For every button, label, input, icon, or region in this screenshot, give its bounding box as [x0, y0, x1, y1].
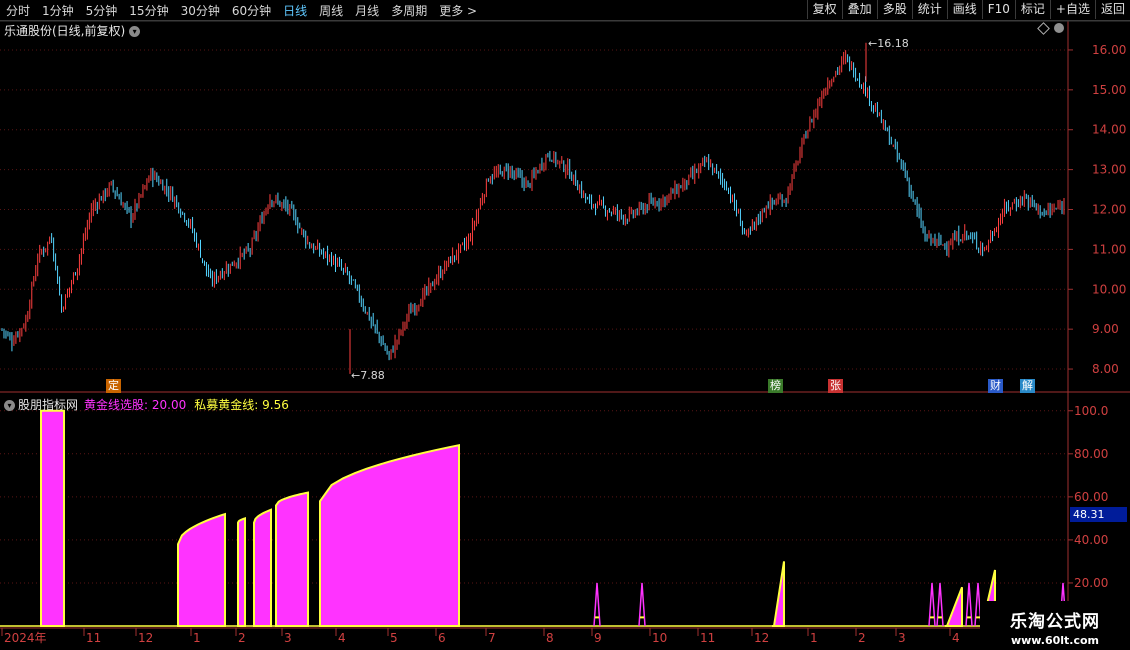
indicator-legend: ▾ 股朋指标网 黄金线选股: 20.00 私募黄金线: 9.56 [4, 396, 289, 413]
indicator-spike [928, 582, 936, 627]
time-tick-label: 4 [952, 631, 960, 645]
indicator-spike [638, 582, 646, 627]
watermark-url: www.60lt.com [1010, 634, 1100, 647]
price-tick-label: 13.00 [1092, 163, 1126, 177]
line1-label: 黄金线选股: [84, 398, 149, 412]
time-tick-label: 1 [193, 631, 201, 645]
indicator-tick-label: 60.00 [1074, 490, 1108, 504]
indicator-segments [40, 409, 1067, 627]
line1-legend: 黄金线选股: 20.00 [84, 398, 186, 412]
indicator-ramp [772, 561, 785, 627]
event-tag-4[interactable]: 解 [1020, 379, 1035, 393]
event-tag-3[interactable]: 财 [988, 379, 1003, 393]
price-tick-label: 12.00 [1092, 202, 1126, 216]
time-tick-label: 2 [858, 631, 866, 645]
indicator-area [253, 508, 272, 627]
time-tick-label: 11 [700, 631, 715, 645]
time-tick-label: 11 [86, 631, 101, 645]
line1-value: 20.00 [151, 398, 187, 412]
indicator-spike [965, 582, 973, 627]
time-tick-label: 3 [898, 631, 906, 645]
time-tick-label: 4 [338, 631, 346, 645]
event-tag-2[interactable]: 张 [828, 379, 843, 393]
price-tick-label: 8.00 [1092, 362, 1119, 376]
price-tick-label: 9.00 [1092, 322, 1119, 336]
indicator-area [319, 443, 460, 627]
indicator-tick-label: 100.0 [1074, 404, 1108, 418]
indicator-area [275, 491, 309, 627]
indicator-spike [936, 582, 944, 627]
chevron-down-icon[interactable]: ▾ [4, 400, 15, 411]
price-tick-label: 15.00 [1092, 83, 1126, 97]
high-price-label: ←16.18 [868, 37, 909, 50]
low-price-label: ←7.88 [351, 369, 385, 382]
indicator-area [237, 517, 246, 627]
indicator-tick-label: 80.00 [1074, 447, 1108, 461]
price-tick-label: 14.00 [1092, 123, 1126, 137]
event-tag-0[interactable]: 定 [106, 379, 121, 393]
line2-legend: 私募黄金线: 9.56 [194, 398, 289, 412]
cursor-value-box: 48.31 [1070, 507, 1127, 522]
time-tick-label: 9 [594, 631, 602, 645]
time-tick-label: 10 [652, 631, 667, 645]
time-tick-label: 6 [438, 631, 446, 645]
indicator-spike [593, 582, 601, 627]
indicator-ramp [945, 586, 963, 627]
time-tick-label: 2024年 [4, 631, 47, 645]
time-tick-label: 7 [488, 631, 496, 645]
time-tick-label: 8 [546, 631, 554, 645]
candlestick-series [1, 50, 1065, 361]
line2-value: 9.56 [262, 398, 289, 412]
time-tick-label: 12 [138, 631, 153, 645]
indicator-tick-label: 40.00 [1074, 533, 1108, 547]
line2-label: 私募黄金线: [194, 398, 259, 412]
indicator-area [177, 512, 226, 627]
time-tick-label: 1 [810, 631, 818, 645]
watermark-title: 乐淘公式网 [1010, 612, 1100, 632]
indicator-area [40, 409, 65, 627]
time-tick-label: 2 [238, 631, 246, 645]
price-tick-label: 16.00 [1092, 43, 1126, 57]
time-tick-label: 12 [754, 631, 769, 645]
chart-canvas[interactable]: 16.00 15.00 14.00 13.00 12.00 11.00 10.00 9.00 8… [0, 0, 1130, 650]
time-tick-label: 3 [284, 631, 292, 645]
indicator-tick-label: 20.00 [1074, 576, 1108, 590]
indicator-name: 股朋指标网 [18, 398, 79, 412]
price-tick-label: 10.00 [1092, 282, 1126, 296]
watermark: 乐淘公式网 www.60lt.com [980, 601, 1130, 650]
time-tick-label: 5 [390, 631, 398, 645]
price-tick-label: 11.00 [1092, 242, 1126, 256]
event-tag-1[interactable]: 榜 [768, 379, 783, 393]
